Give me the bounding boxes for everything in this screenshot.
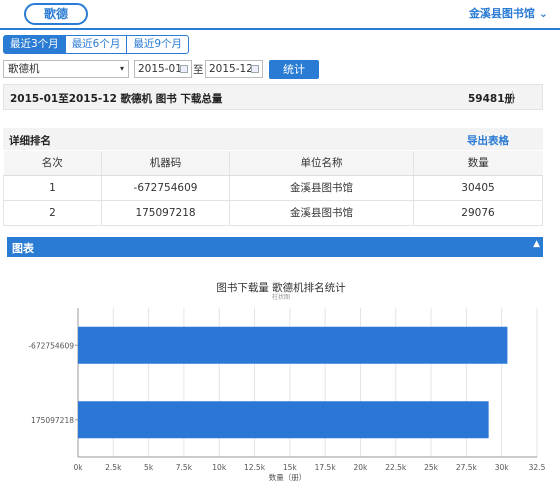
divider <box>512 91 513 104</box>
x-tick-label: 27.5k <box>456 463 478 472</box>
tab-9-months[interactable]: 最近9个月 <box>126 35 190 54</box>
export-table-link[interactable]: 导出表格 <box>467 133 509 148</box>
x-tick-label: 2.5k <box>105 463 122 472</box>
select-arrow-icon: ▾ <box>119 64 124 73</box>
end-date-value: 2015-12 <box>209 63 253 75</box>
calendar-icon[interactable] <box>180 65 188 73</box>
summary-bar: 2015-01至2015-12 歌德机 图书 下载总量 59481册 <box>3 84 543 110</box>
x-tick-label: 10k <box>212 463 227 472</box>
column-header: 机器码 <box>101 151 230 176</box>
x-tick-label: 15k <box>283 463 298 472</box>
plot-area: 0k 2.5k 5k 7.5k 10k 12.5k 15k 17.5k 20k 22.5k 25k 2… <box>28 308 546 482</box>
rank-cell: 1 <box>3 175 102 201</box>
y-tick-label: 175097218 <box>31 416 74 425</box>
ranking-table: 名次 机器码 单位名称 数量 1 -672754609 金溪县图书馆 30405… <box>3 151 543 226</box>
chart-section-header[interactable]: 图表 ▲ <box>7 237 543 257</box>
device-select-value: 歌德机 <box>8 63 40 75</box>
tab-3-months[interactable]: 最近3个月 <box>3 35 66 54</box>
unit-cell: 金溪县图书馆 <box>229 200 414 226</box>
column-header: 名次 <box>3 151 102 176</box>
table-row: 2 175097218 金溪县图书馆 29076 <box>3 200 543 226</box>
chart-subtitle: 柱状图 <box>272 293 290 301</box>
detail-title: 详细排名 <box>9 135 51 147</box>
device-select[interactable]: 歌德机 ▾ <box>3 60 129 78</box>
table-header-row: 名次 机器码 单位名称 数量 <box>3 151 543 176</box>
calendar-icon[interactable] <box>251 65 259 73</box>
x-tick-label: 0k <box>73 463 83 472</box>
x-tick-label: 17.5k <box>315 463 337 472</box>
x-tick-label: 25k <box>424 463 439 472</box>
tab-6-months[interactable]: 最近6个月 <box>64 35 128 54</box>
column-header: 数量 <box>413 151 543 176</box>
library-menu-label: 金溪县图书馆 <box>468 7 535 20</box>
x-tick-label: 7.5k <box>176 463 193 472</box>
summary-total: 59481册 <box>468 93 516 105</box>
start-date-value: 2015-01 <box>138 63 182 75</box>
column-header: 单位名称 <box>229 151 414 176</box>
x-axis-label: 数量（册） <box>269 472 307 482</box>
rank-cell: 2 <box>3 200 102 226</box>
stats-button[interactable]: 统计 <box>269 60 319 79</box>
x-tick-label: 22.5k <box>385 463 407 472</box>
end-date-input[interactable]: 2015-12 <box>205 60 263 78</box>
table-row: 1 -672754609 金溪县图书馆 30405 <box>3 175 543 201</box>
library-menu[interactable]: 金溪县图书馆 ⌄ <box>469 5 548 21</box>
chevron-down-icon: ⌄ <box>538 7 548 20</box>
top-bar: 歌德 金溪县图书馆 ⌄ <box>0 0 560 30</box>
code-cell: 175097218 <box>101 200 230 226</box>
chart-title: 图书下载量 歌德机排名统计 <box>216 281 346 294</box>
bar <box>78 401 489 439</box>
start-date-input[interactable]: 2015-01 <box>134 60 192 78</box>
collapse-icon[interactable]: ▲ <box>533 239 540 249</box>
code-cell: -672754609 <box>101 175 230 201</box>
count-cell: 29076 <box>413 200 543 226</box>
bar <box>78 326 508 364</box>
x-tick-label: 30k <box>495 463 510 472</box>
summary-title: 2015-01至2015-12 歌德机 图书 下载总量 <box>10 93 223 105</box>
bar-chart: 图书下载量 歌德机排名统计 柱状图 0k 2.5k 5k 7.5k 10k 12.5k 15… <box>28 281 546 482</box>
x-tick-label: 32.5 <box>529 463 546 472</box>
brand-button[interactable]: 歌德 <box>24 3 88 25</box>
to-label: 至 <box>193 64 204 76</box>
y-tick-label: -672754609 <box>28 341 74 350</box>
x-tick-label: 5k <box>144 463 154 472</box>
chart-section-title: 图表 <box>12 242 34 255</box>
unit-cell: 金溪县图书馆 <box>229 175 414 201</box>
detail-header: 详细排名 导出表格 <box>3 128 543 150</box>
x-tick-label: 20k <box>354 463 369 472</box>
x-tick-label: 12.5k <box>244 463 266 472</box>
period-tabs: 最近3个月 最近6个月 最近9个月 <box>3 35 190 54</box>
filter-row: 歌德机 ▾ 2015-01 至 2015-12 统计 <box>3 60 403 80</box>
count-cell: 30405 <box>413 175 543 201</box>
